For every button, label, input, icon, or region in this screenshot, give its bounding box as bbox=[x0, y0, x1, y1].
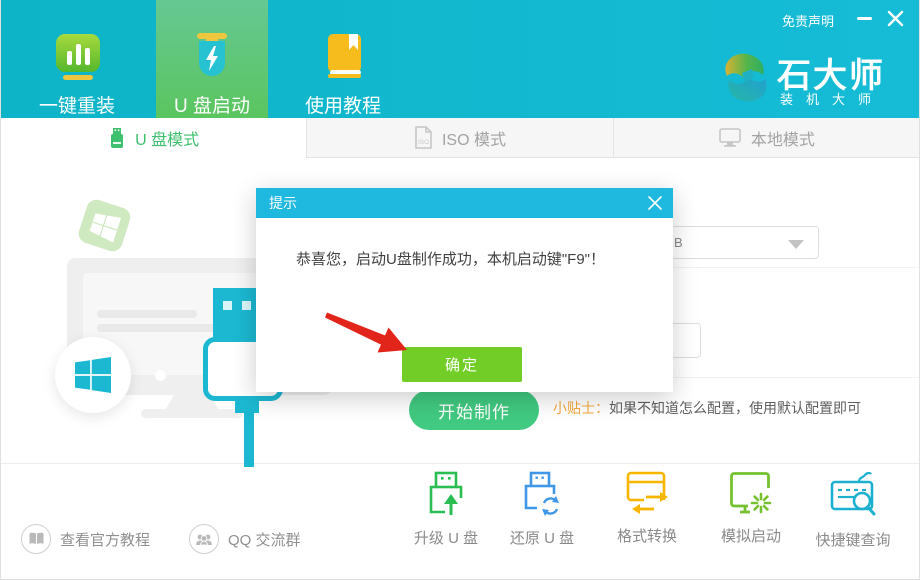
link-label: 查看官方教程 bbox=[60, 529, 150, 550]
nav-item-usb-boot[interactable]: U 盘启动 bbox=[156, 0, 268, 118]
tab-iso-mode[interactable]: ISO ISO 模式 bbox=[306, 118, 612, 158]
usb-drive-icon bbox=[108, 127, 126, 149]
format-convert-icon bbox=[624, 470, 670, 516]
tool-label: 升级 U 盘 bbox=[414, 527, 478, 548]
windows-square-decoration bbox=[76, 197, 133, 254]
nav-item-one-key-reinstall[interactable]: 一键重装 bbox=[21, 0, 133, 118]
nav-label: 使用教程 bbox=[305, 91, 381, 118]
svg-text:ISO: ISO bbox=[418, 139, 429, 146]
usb-illustration-plug bbox=[235, 397, 259, 413]
simulate-boot-icon bbox=[728, 470, 774, 516]
disclaimer-link[interactable]: 免责声明 bbox=[782, 11, 834, 30]
prompt-dialog: 提示 恭喜您，启动U盘制作成功，本机启动键"F9"！ 确定 bbox=[256, 188, 673, 392]
usb-drive-select-value: B bbox=[674, 235, 683, 250]
minimize-button[interactable] bbox=[857, 17, 872, 20]
book-outline-icon bbox=[21, 524, 51, 554]
monitor-icon bbox=[718, 127, 742, 149]
app-header: 一键重装 U 盘启动 使用教程 免责声明 bbox=[1, 0, 920, 118]
close-button[interactable] bbox=[887, 10, 904, 27]
tab-label: ISO 模式 bbox=[442, 126, 506, 150]
start-make-button[interactable]: 开始制作 bbox=[409, 390, 539, 430]
brand-subtitle: 装机大师 bbox=[780, 89, 884, 108]
dialog-title: 提示 bbox=[269, 193, 297, 213]
tab-local-mode[interactable]: 本地模式 bbox=[613, 118, 919, 158]
tool-format-convert[interactable]: 格式转换 bbox=[592, 470, 702, 546]
tool-label: 还原 U 盘 bbox=[510, 527, 574, 548]
windows-flag-icon bbox=[75, 357, 111, 393]
brand-logo-icon bbox=[720, 49, 772, 107]
nav-item-tutorial[interactable]: 使用教程 bbox=[287, 0, 399, 118]
usb-illustration-cap bbox=[213, 288, 261, 338]
hotkey-search-icon bbox=[829, 470, 877, 520]
tool-simulate-boot[interactable]: 模拟启动 bbox=[696, 470, 806, 546]
tool-restore-usb[interactable]: 还原 U 盘 bbox=[487, 470, 597, 548]
usb-upgrade-icon bbox=[423, 470, 469, 518]
tab-usb-mode[interactable]: U 盘模式 bbox=[1, 118, 306, 158]
dialog-message: 恭喜您，启动U盘制作成功，本机启动键"F9"！ bbox=[296, 248, 605, 269]
chart-icon bbox=[54, 33, 102, 81]
link-label: QQ 交流群 bbox=[228, 529, 301, 550]
ok-button[interactable]: 确定 bbox=[402, 347, 522, 382]
tool-hotkey-lookup[interactable]: 快捷键查询 bbox=[798, 470, 908, 550]
usb-restore-icon bbox=[520, 470, 564, 518]
people-icon bbox=[189, 524, 219, 554]
dialog-header: 提示 bbox=[256, 188, 673, 218]
official-tutorial-link[interactable]: 查看官方教程 bbox=[21, 524, 150, 554]
qq-group-link[interactable]: QQ 交流群 bbox=[189, 524, 301, 554]
tool-label: 格式转换 bbox=[617, 525, 677, 546]
usb-shield-icon bbox=[194, 31, 230, 83]
nav-label: U 盘启动 bbox=[174, 91, 250, 118]
tab-label: U 盘模式 bbox=[135, 126, 199, 150]
tip-text: 小贴士：如果不知道怎么配置，使用默认配置即可 bbox=[553, 398, 861, 418]
tab-label: 本地模式 bbox=[751, 126, 815, 150]
book-icon bbox=[324, 32, 364, 80]
tool-label: 模拟启动 bbox=[721, 525, 781, 546]
chevron-down-icon bbox=[788, 240, 804, 249]
footer-divider bbox=[1, 463, 919, 464]
usb-illustration-cable bbox=[244, 413, 254, 467]
tool-upgrade-usb[interactable]: 升级 U 盘 bbox=[391, 470, 501, 548]
app-window: 一键重装 U 盘启动 使用教程 免责声明 bbox=[0, 0, 920, 580]
dialog-close-button[interactable] bbox=[646, 194, 664, 212]
mode-tabs: U 盘模式 ISO ISO 模式 本地模式 bbox=[1, 118, 919, 158]
tool-label: 快捷键查询 bbox=[815, 529, 890, 550]
windows-flag-icon bbox=[88, 209, 121, 242]
monitor-base bbox=[141, 409, 243, 418]
iso-file-icon: ISO bbox=[414, 126, 433, 149]
windows-circle-badge bbox=[55, 337, 131, 413]
tip-label: 小贴士： bbox=[553, 400, 609, 416]
nav-label: 一键重装 bbox=[39, 91, 115, 118]
